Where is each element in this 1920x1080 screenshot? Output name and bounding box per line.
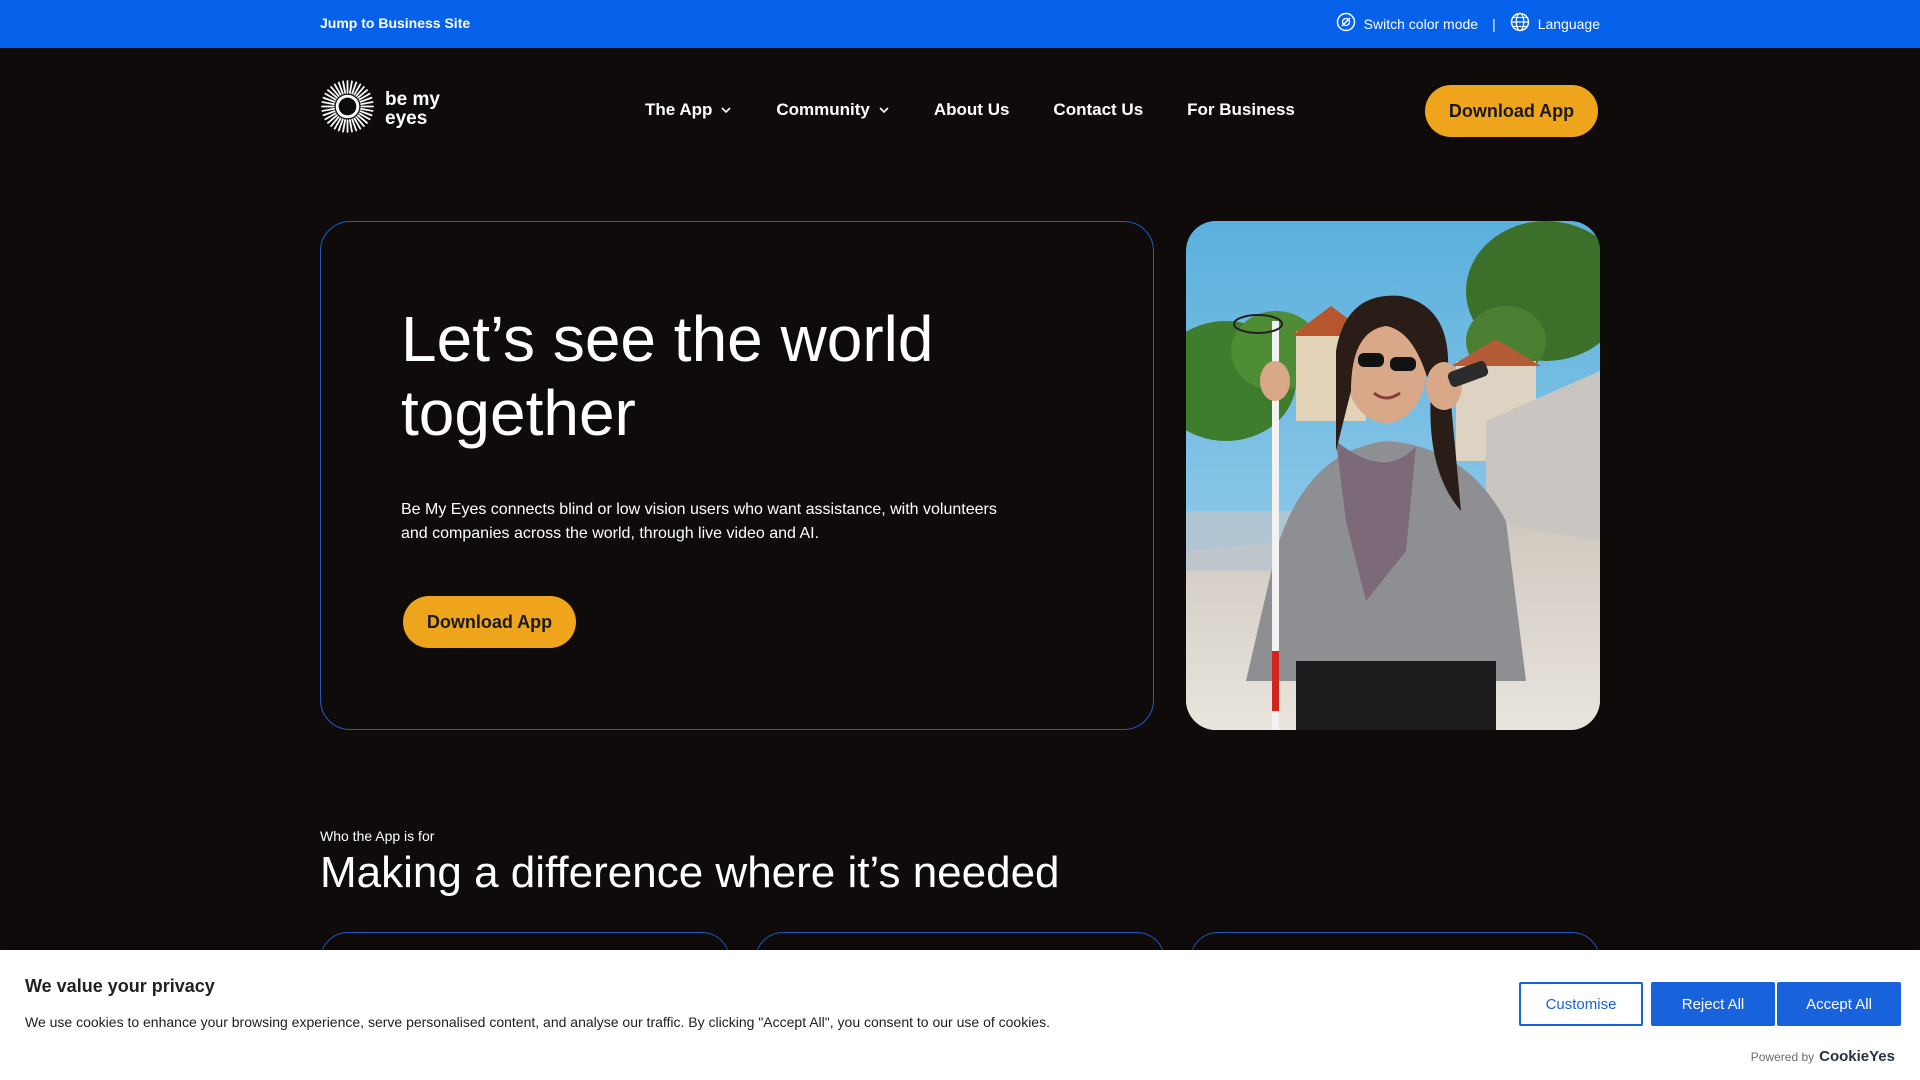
hero-title: Let’s see the world together (401, 303, 934, 449)
logo-line-1: be my (385, 89, 440, 110)
logo-wordmark: be my eyes (385, 90, 440, 128)
powered-by-label: Powered by (1750, 1050, 1815, 1064)
logo-line-2: eyes (385, 108, 428, 129)
main-nav: The App Community About Us Contact Us Fo… (645, 100, 1295, 120)
language-label: Language (1537, 15, 1600, 32)
nav-label: Community (776, 100, 870, 119)
color-mode-icon (1336, 12, 1356, 35)
jump-to-business-link[interactable]: Jump to Business Site (320, 15, 470, 31)
nav-item-contact-us[interactable]: Contact Us (1053, 100, 1143, 120)
nav-label: The App (645, 100, 713, 119)
topbar-separator: | (1492, 15, 1496, 32)
nav-item-about-us[interactable]: About Us (934, 100, 1010, 120)
cookieyes-logo[interactable]: CookieYes (1819, 1048, 1895, 1065)
sunburst-logo-icon (320, 79, 375, 139)
language-button[interactable]: Language (1510, 12, 1600, 35)
cookie-text: We use cookies to enhance your browsing … (25, 1014, 1050, 1030)
color-mode-label: Switch color mode (1363, 15, 1479, 32)
accept-all-button[interactable]: Accept All (1777, 982, 1901, 1026)
section-title: Making a difference where it’s needed (320, 848, 1060, 897)
nav-item-community[interactable]: Community (776, 100, 890, 120)
nav-label: Contact Us (1053, 100, 1144, 119)
top-bar: Jump to Business Site Switch color mode … (0, 0, 1920, 48)
nav-item-for-business[interactable]: For Business (1187, 100, 1295, 120)
logo[interactable]: be my eyes (320, 79, 440, 139)
chevron-down-icon (721, 107, 731, 114)
hero-photo (1186, 221, 1600, 730)
switch-color-mode-button[interactable]: Switch color mode (1336, 12, 1478, 35)
hero-download-app-button[interactable]: Download App (403, 596, 576, 648)
header-download-app-button[interactable]: Download App (1425, 85, 1598, 137)
top-bar-actions: Switch color mode | Language (1336, 12, 1600, 35)
reject-all-button[interactable]: Reject All (1651, 982, 1775, 1026)
customise-button[interactable]: Customise (1519, 982, 1643, 1026)
globe-icon (1510, 12, 1530, 35)
nav-label: About Us (933, 100, 1010, 119)
section-eyebrow: Who the App is for (320, 828, 435, 844)
cookie-title: We value your privacy (25, 976, 215, 996)
hero-description: Be My Eyes connects blind or low vision … (401, 501, 997, 542)
cookie-banner: We value your privacy We use cookies to … (0, 950, 1920, 1080)
chevron-down-icon (879, 107, 889, 114)
nav-item-the-app[interactable]: The App (645, 100, 732, 120)
nav-label: For Business (1187, 100, 1295, 119)
powered-by: Powered by CookieYes (1751, 1048, 1895, 1065)
hero-card: Let’s see the world together Be My Eyes … (320, 221, 1154, 730)
